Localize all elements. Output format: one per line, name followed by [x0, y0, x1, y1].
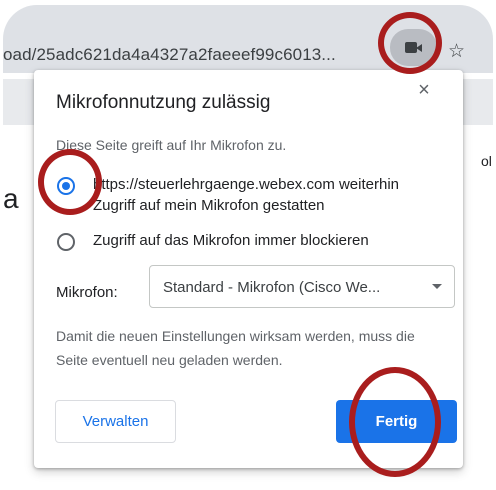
- allow-radio[interactable]: [57, 177, 75, 195]
- address-bar-url[interactable]: oad/25adc621da4a4327a2faeeef99c6013...: [3, 45, 336, 65]
- bubble-title: Mikrofonnutzung zulässig: [56, 92, 271, 113]
- microphone-select[interactable]: Standard - Mikrofon (Cisco We...: [149, 265, 455, 308]
- background-page-text-right: ol: [481, 153, 492, 169]
- microphone-label: Mikrofon:: [56, 284, 118, 301]
- block-option-label[interactable]: Zugriff auf das Mikrofon immer blockiere…: [93, 230, 369, 251]
- background-page-text: a: [3, 183, 19, 214]
- bookmark-star-icon[interactable]: ☆: [448, 40, 465, 63]
- browser-toolbar: oad/25adc621da4a4327a2faeeef99c6013... ☆: [3, 5, 493, 73]
- manage-button[interactable]: Verwalten: [55, 400, 176, 443]
- video-camera-icon: [405, 42, 422, 53]
- permission-bubble: Mikrofonnutzung zulässig Diese Seite gre…: [34, 70, 463, 468]
- done-button[interactable]: Fertig: [336, 400, 457, 443]
- microphone-select-value: Standard - Mikrofon (Cisco We...: [163, 279, 381, 296]
- allow-option-label[interactable]: https://steuerlehrgaenge.webex.com weite…: [93, 174, 433, 216]
- reload-note: Damit die neuen Einstellungen wirksam we…: [56, 328, 415, 368]
- bubble-subtitle: Diese Seite greift auf Ihr Mikrofon zu.: [56, 137, 287, 153]
- close-icon[interactable]: ×: [413, 79, 435, 101]
- chevron-down-icon: [432, 284, 442, 289]
- camera-permission-chip[interactable]: [390, 29, 437, 66]
- block-radio[interactable]: [57, 233, 75, 251]
